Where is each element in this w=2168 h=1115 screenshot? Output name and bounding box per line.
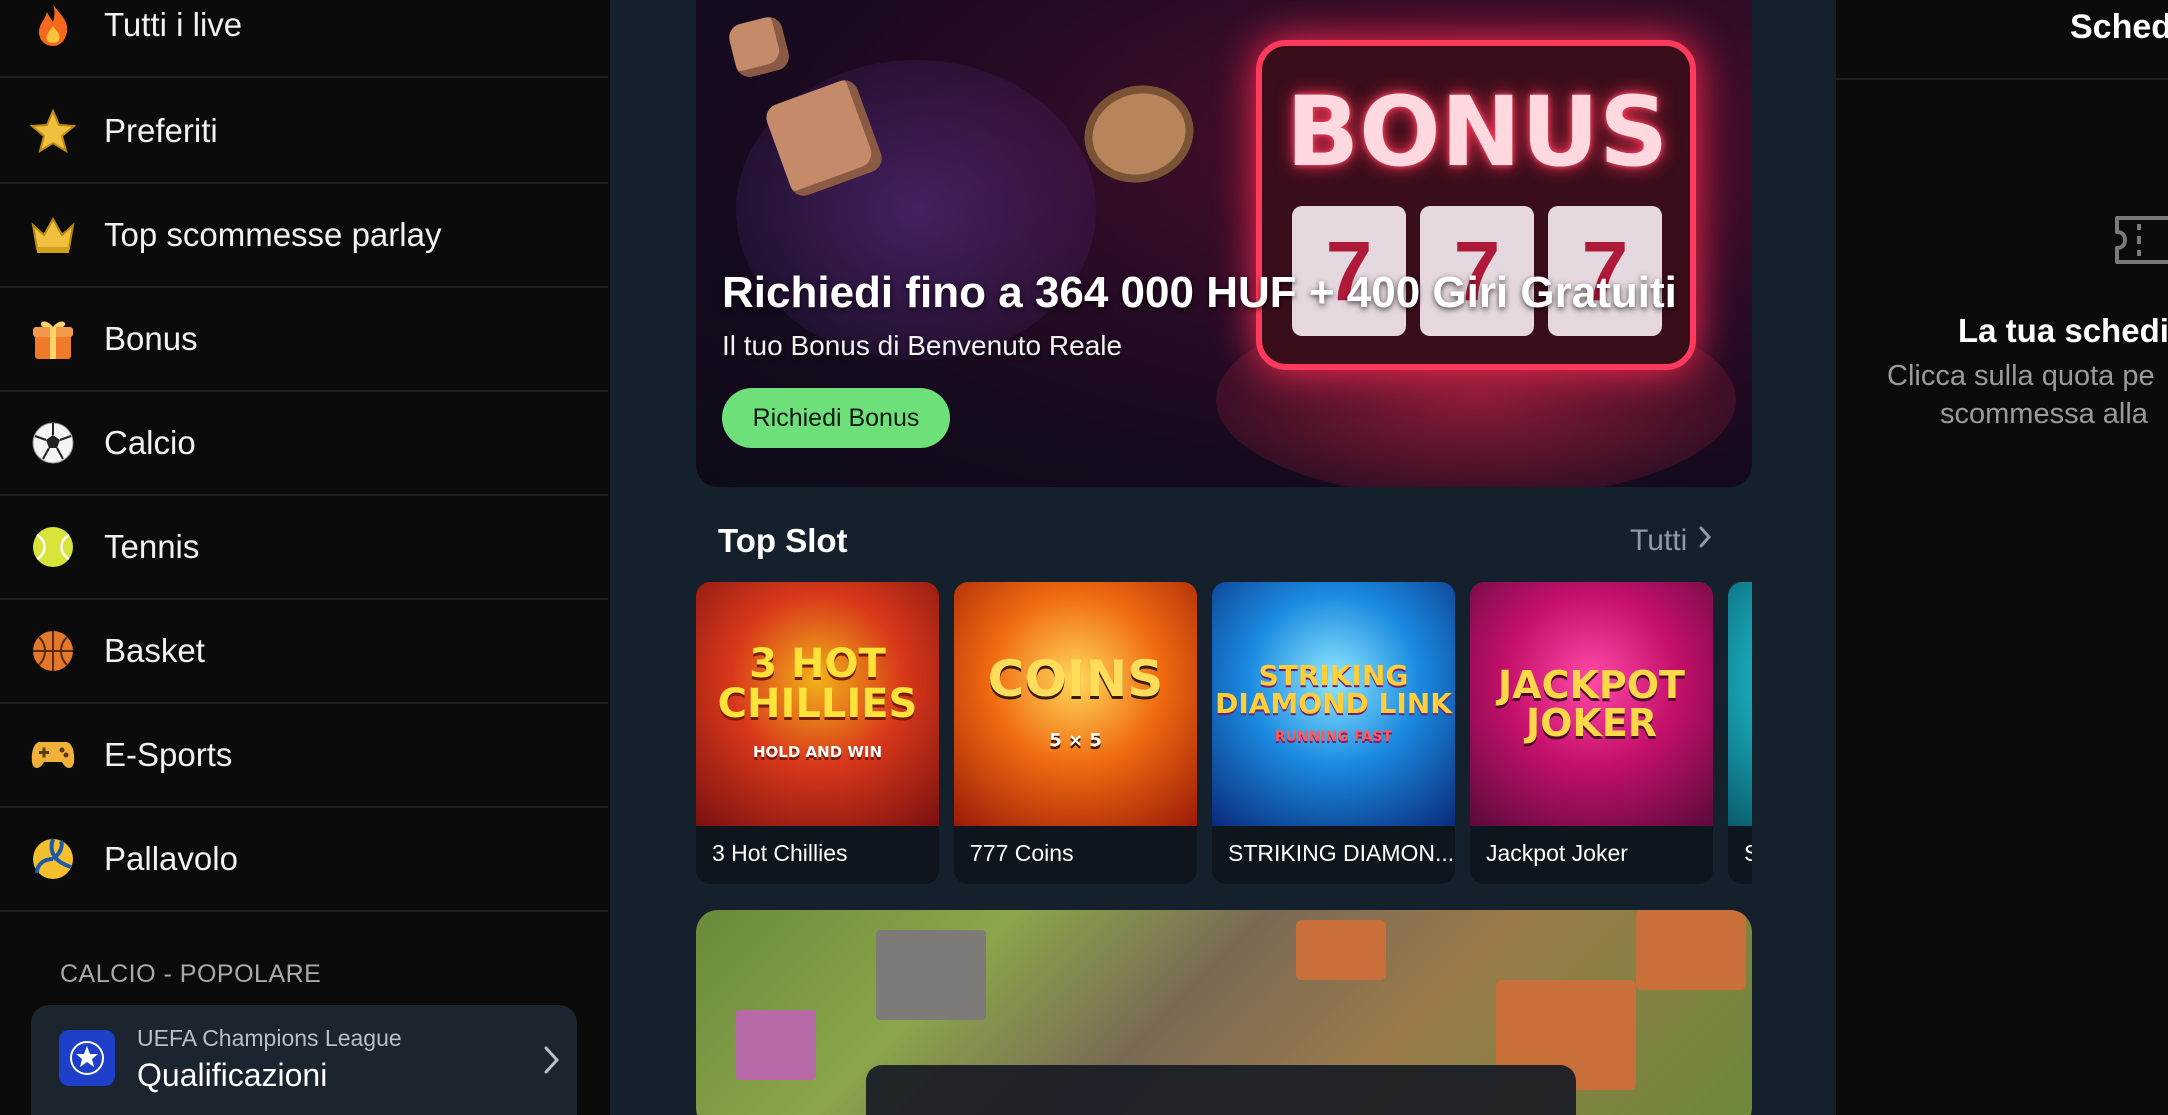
betslip-empty-text: Clicca sulla quota pe <box>1887 360 2155 392</box>
slot-name: STRIKING DIAMON... <box>1228 840 1455 866</box>
slot-art-title: COINS <box>987 650 1164 708</box>
sidebar-item-e-sports[interactable]: E-Sports <box>0 704 608 808</box>
slot-name: Jackpot Joker <box>1486 840 1628 866</box>
sidebar-item-tennis[interactable]: Tennis <box>0 496 608 600</box>
slot-machine-graphic: BONUS 7 7 7 <box>1256 40 1696 370</box>
banner-title: Richiedi fino a 364 000 HUF + 400 Giri G… <box>722 268 1677 317</box>
slot-thumbnail <box>1728 582 1752 826</box>
slot-thumbnail: COINS 5 × 5 <box>954 582 1197 826</box>
see-all-label: Tutti <box>1630 524 1688 557</box>
game-banner-overlay <box>866 1065 1576 1115</box>
slot-thumbnail: 3 HOT CHILLIES HOLD AND WIN <box>696 582 939 826</box>
main-content: BONUS 7 7 7 Richiedi fino a 364 000 HUF … <box>610 0 1836 1115</box>
slot-art-subtitle: 5 × 5 <box>1049 730 1102 751</box>
slot-card-striking-diamond-link[interactable]: STRIKING DIAMOND LINK RUNNING FAST STRIK… <box>1212 582 1455 884</box>
sidebar-item-label: Tutti i live <box>104 6 243 43</box>
basketball-icon <box>30 628 76 674</box>
sidebar-item-label: Preferiti <box>104 112 218 149</box>
slot-card-partial[interactable]: S <box>1728 582 1752 884</box>
betslip-empty-text: scommessa alla <box>1940 398 2148 430</box>
crown-icon <box>30 212 76 258</box>
slot-art-subtitle: RUNNING FAST <box>1274 729 1393 745</box>
slot-name: S <box>1744 840 1752 866</box>
slot-art-title: JACKPOT JOKER <box>1498 663 1685 745</box>
dice-icon <box>726 14 792 80</box>
sidebar-item-label: Tennis <box>104 528 200 565</box>
see-all-link[interactable]: Tutti <box>1630 524 1713 558</box>
section-title-calcio-popolare: CALCIO - POPOLARE <box>60 960 322 988</box>
slot-name: 3 Hot Chillies <box>712 840 848 866</box>
slot-card-777-coins[interactable]: COINS 5 × 5 777 Coins <box>954 582 1197 884</box>
gift-icon <box>30 316 76 362</box>
slot-art-title: STRIKING DIAMOND LINK <box>1215 659 1452 720</box>
chevron-right-icon <box>541 1043 563 1082</box>
sidebar-item-label: E-Sports <box>104 736 233 773</box>
league-subtitle: UEFA Champions League <box>137 1025 402 1051</box>
bonus-neon-text: BONUS <box>1286 76 1669 188</box>
fire-icon <box>30 2 76 48</box>
sidebar-item-bonus[interactable]: Bonus <box>0 288 608 392</box>
betslip-title: Sched <box>2070 8 2168 46</box>
volleyball-icon <box>30 836 76 882</box>
sidebar-item-calcio[interactable]: Calcio <box>0 392 608 496</box>
betslip-empty-title: La tua schedi <box>1958 312 2168 349</box>
sidebar: Tutti i live Preferiti Top scommesse par… <box>0 0 610 1115</box>
sidebar-item-label: Pallavolo <box>104 840 238 877</box>
promo-banner[interactable]: BONUS 7 7 7 Richiedi fino a 364 000 HUF … <box>696 0 1752 487</box>
sidebar-item-preferiti[interactable]: Preferiti <box>0 80 608 184</box>
building-graphic <box>876 930 986 1020</box>
tennis-ball-icon <box>30 524 76 570</box>
ticket-icon <box>2111 212 2168 273</box>
slot-thumbnail: STRIKING DIAMOND LINK RUNNING FAST <box>1212 582 1455 826</box>
betslip-panel: Sched La tua schedi Clicca sulla quota p… <box>1836 0 2168 1115</box>
sidebar-item-label: Calcio <box>104 424 196 461</box>
divider <box>1836 78 2168 80</box>
sidebar-item-tutti-i-live[interactable]: Tutti i live <box>0 0 608 78</box>
league-card-champions-league[interactable]: UEFA Champions League Qualificazioni <box>31 1005 577 1115</box>
gamepad-icon <box>30 732 76 778</box>
slot-card-jackpot-joker[interactable]: JACKPOT JOKER Jackpot Joker <box>1470 582 1713 884</box>
slot-art-subtitle: HOLD AND WIN <box>752 743 883 761</box>
roof-graphic <box>1636 910 1746 990</box>
slot-carousel: 3 HOT CHILLIES HOLD AND WIN 3 Hot Chilli… <box>696 582 1752 884</box>
claim-bonus-button[interactable]: Richiedi Bonus <box>722 388 950 448</box>
slot-card-3-hot-chillies[interactable]: 3 HOT CHILLIES HOLD AND WIN 3 Hot Chilli… <box>696 582 939 884</box>
flower-graphic <box>736 1010 816 1080</box>
soccer-ball-icon <box>30 420 76 466</box>
sidebar-item-pallavolo[interactable]: Pallavolo <box>0 808 608 912</box>
sidebar-item-label: Basket <box>104 632 205 669</box>
slot-art-title: 3 HOT CHILLIES <box>717 641 918 727</box>
game-banner-village[interactable] <box>696 910 1752 1115</box>
casino-chip-icon <box>1072 72 1206 196</box>
top-slot-heading: Top Slot <box>718 522 848 559</box>
sidebar-item-top-scommesse-parlay[interactable]: Top scommesse parlay <box>0 184 608 288</box>
sidebar-item-label: Bonus <box>104 320 198 357</box>
league-title: Qualificazioni <box>137 1057 328 1093</box>
slot-name: 777 Coins <box>970 840 1074 866</box>
sidebar-item-label: Top scommesse parlay <box>104 216 442 253</box>
star-icon <box>30 108 76 154</box>
banner-subtitle: Il tuo Bonus di Benvenuto Reale <box>722 330 1123 361</box>
sidebar-item-basket[interactable]: Basket <box>0 600 608 704</box>
champions-league-logo-icon <box>59 1030 115 1086</box>
roof-graphic <box>1296 920 1386 980</box>
chevron-right-icon <box>1697 524 1713 558</box>
slot-thumbnail: JACKPOT JOKER <box>1470 582 1713 826</box>
